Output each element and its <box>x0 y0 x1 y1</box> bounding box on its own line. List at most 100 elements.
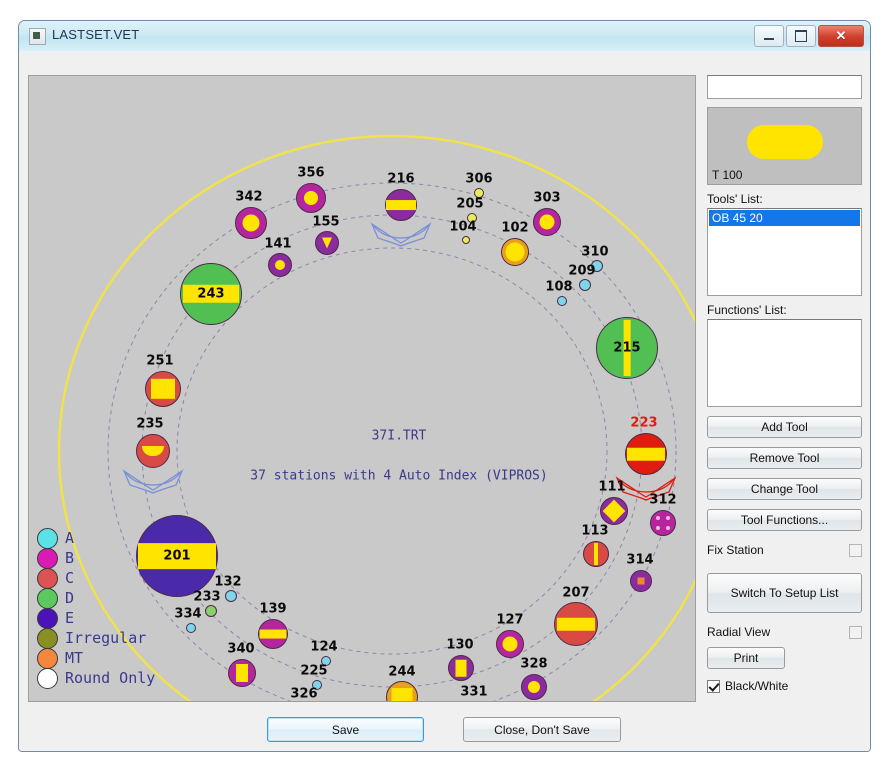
station-label-243: 243 <box>197 286 225 302</box>
station-label-244: 244 <box>388 664 416 680</box>
station-108[interactable] <box>557 296 567 306</box>
station-inner-circle <box>502 636 518 652</box>
close-button[interactable]: ✕ <box>818 25 864 47</box>
station-inner-circle <box>539 214 555 230</box>
station-235[interactable] <box>136 434 170 468</box>
station-label-334: 334 <box>174 606 202 622</box>
station-label-201: 201 <box>163 548 191 564</box>
station-340[interactable] <box>228 659 256 687</box>
station-127[interactable] <box>496 630 524 658</box>
station-inner-triangle <box>322 237 332 249</box>
station-233[interactable] <box>205 605 217 617</box>
station-104[interactable] <box>462 236 470 244</box>
add-tool-button[interactable]: Add Tool <box>707 416 862 438</box>
station-label-326: 326 <box>290 686 318 702</box>
auto-index-marker <box>370 222 432 247</box>
legend-swatch <box>37 587 58 609</box>
station-inner-circle <box>242 214 260 232</box>
auto-index-marker <box>122 469 184 494</box>
legend-item-irregular: Irregular <box>37 627 155 649</box>
fix-station-checkbox[interactable] <box>849 543 862 557</box>
fix-station-row: Fix Station <box>707 543 862 557</box>
legend-label: MT <box>65 649 84 667</box>
station-inner-hbar <box>386 200 416 210</box>
station-155[interactable] <box>315 231 339 255</box>
station-243[interactable]: 243 <box>180 263 242 325</box>
legend-item-d: D <box>37 587 155 609</box>
station-label-340: 340 <box>227 641 255 657</box>
station-label-342: 342 <box>235 189 263 205</box>
minimize-button[interactable] <box>754 25 784 47</box>
station-inner-arc <box>142 446 164 456</box>
title-bar: LASTSET.VET ✕ <box>19 21 870 52</box>
station-label-216: 216 <box>387 171 415 187</box>
station-342[interactable] <box>235 207 267 239</box>
footer-bar: Save Close, Don't Save <box>19 711 870 751</box>
station-inner-circle <box>275 260 285 270</box>
station-251[interactable] <box>145 371 181 407</box>
station-inner-square <box>151 378 175 400</box>
station-label-314: 314 <box>626 552 654 568</box>
station-207[interactable] <box>554 602 598 646</box>
station-132[interactable] <box>225 590 237 602</box>
station-label-113: 113 <box>581 523 609 539</box>
legend-swatch <box>37 607 58 629</box>
change-tool-button[interactable]: Change Tool <box>707 478 862 500</box>
legend-label: Irregular <box>65 629 147 647</box>
station-label-233: 233 <box>193 589 221 605</box>
legend-swatch <box>37 567 58 589</box>
station-113[interactable] <box>583 541 609 567</box>
station-label-139: 139 <box>259 601 287 617</box>
station-label-310: 310 <box>581 244 609 260</box>
print-button[interactable]: Print <box>707 647 785 669</box>
station-356[interactable] <box>296 183 326 213</box>
legend-label: C <box>65 569 75 587</box>
station-141[interactable] <box>268 253 292 277</box>
station-139[interactable] <box>258 619 288 649</box>
station-303[interactable] <box>533 208 561 236</box>
tool-functions-button[interactable]: Tool Functions... <box>707 509 862 531</box>
station-216[interactable] <box>385 189 417 221</box>
switch-to-setup-list-button[interactable]: Switch To Setup List <box>707 573 862 613</box>
station-label-215: 215 <box>613 340 641 356</box>
tools-list-item[interactable]: OB 45 20 <box>709 210 860 226</box>
station-label-328: 328 <box>520 656 548 672</box>
legend-label: Round Only <box>65 669 156 687</box>
black-white-row[interactable]: Black/White <box>707 679 862 693</box>
station-111[interactable] <box>600 497 628 525</box>
center-title: 37I.TRT <box>371 428 427 444</box>
station-label-127: 127 <box>496 612 524 628</box>
station-334[interactable] <box>186 623 196 633</box>
station-map-canvas[interactable]: 342 356 141 155 216 306 205 104 303 102 310 209 108 2… <box>28 75 696 702</box>
station-102[interactable] <box>501 238 529 266</box>
station-inner-circle <box>304 191 318 205</box>
station-215[interactable]: 215 <box>596 317 658 379</box>
station-label-225: 225 <box>300 663 328 679</box>
station-223[interactable] <box>625 433 667 475</box>
station-label-124: 124 <box>310 639 338 655</box>
station-inner-diamond <box>602 499 626 523</box>
station-328[interactable] <box>521 674 547 700</box>
functions-list[interactable] <box>707 319 862 407</box>
tools-list[interactable]: OB 45 20 <box>707 208 862 296</box>
close-dont-save-button[interactable]: Close, Don't Save <box>463 717 621 742</box>
station-label-205: 205 <box>456 196 484 212</box>
station-label-356: 356 <box>297 165 325 181</box>
station-209[interactable] <box>579 279 591 291</box>
black-white-label: Black/White <box>725 679 789 693</box>
station-312[interactable] <box>650 510 676 536</box>
station-label-155: 155 <box>312 214 340 230</box>
station-130[interactable] <box>448 655 474 681</box>
remove-tool-button[interactable]: Remove Tool <box>707 447 862 469</box>
legend-label: B <box>65 549 75 567</box>
radial-view-row: Radial View <box>707 625 862 639</box>
station-name-input[interactable] <box>707 75 862 99</box>
radial-view-checkbox[interactable] <box>849 625 862 639</box>
maximize-button[interactable] <box>786 25 816 47</box>
station-label-207: 207 <box>562 585 590 601</box>
legend: A B C D E Irregular MT Round Only <box>37 527 156 689</box>
tool-preview: T 100 <box>707 107 862 185</box>
black-white-checkbox[interactable] <box>707 679 720 693</box>
save-button[interactable]: Save <box>267 717 424 742</box>
station-314[interactable] <box>630 570 652 592</box>
